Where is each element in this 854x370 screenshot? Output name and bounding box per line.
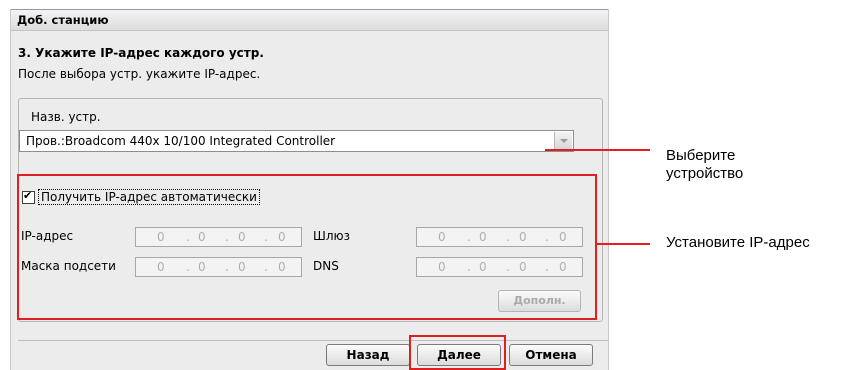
dialog-title: Доб. станцию (17, 13, 109, 27)
dialog-titlebar: Доб. станцию (11, 9, 608, 31)
chevron-down-icon[interactable] (554, 132, 572, 150)
device-name-label: Назв. устр. (31, 110, 101, 124)
set-ip-annotation: Установите IP-адрес (666, 234, 810, 251)
select-device-annotation-line1: Выберите (666, 147, 736, 164)
cancel-button[interactable]: Отмена (509, 344, 593, 366)
back-button[interactable]: Назад (326, 344, 410, 366)
device-select-value: Пров.:Broadcom 440x 10/100 Integrated Co… (26, 134, 336, 148)
device-select[interactable]: Пров.:Broadcom 440x 10/100 Integrated Co… (19, 130, 574, 152)
footer-divider (18, 340, 608, 341)
select-device-annotation-line2: устройство (666, 165, 744, 182)
ip-settings-highlight (17, 174, 597, 320)
select-device-pointer-line (545, 149, 650, 151)
step-subtitle: После выбора устр. укажите IP-адрес. (18, 67, 261, 81)
set-ip-pointer-line (597, 243, 650, 245)
next-button-highlight (409, 335, 506, 370)
step-title: 3. Укажите IP-адрес каждого устр. (18, 46, 264, 60)
